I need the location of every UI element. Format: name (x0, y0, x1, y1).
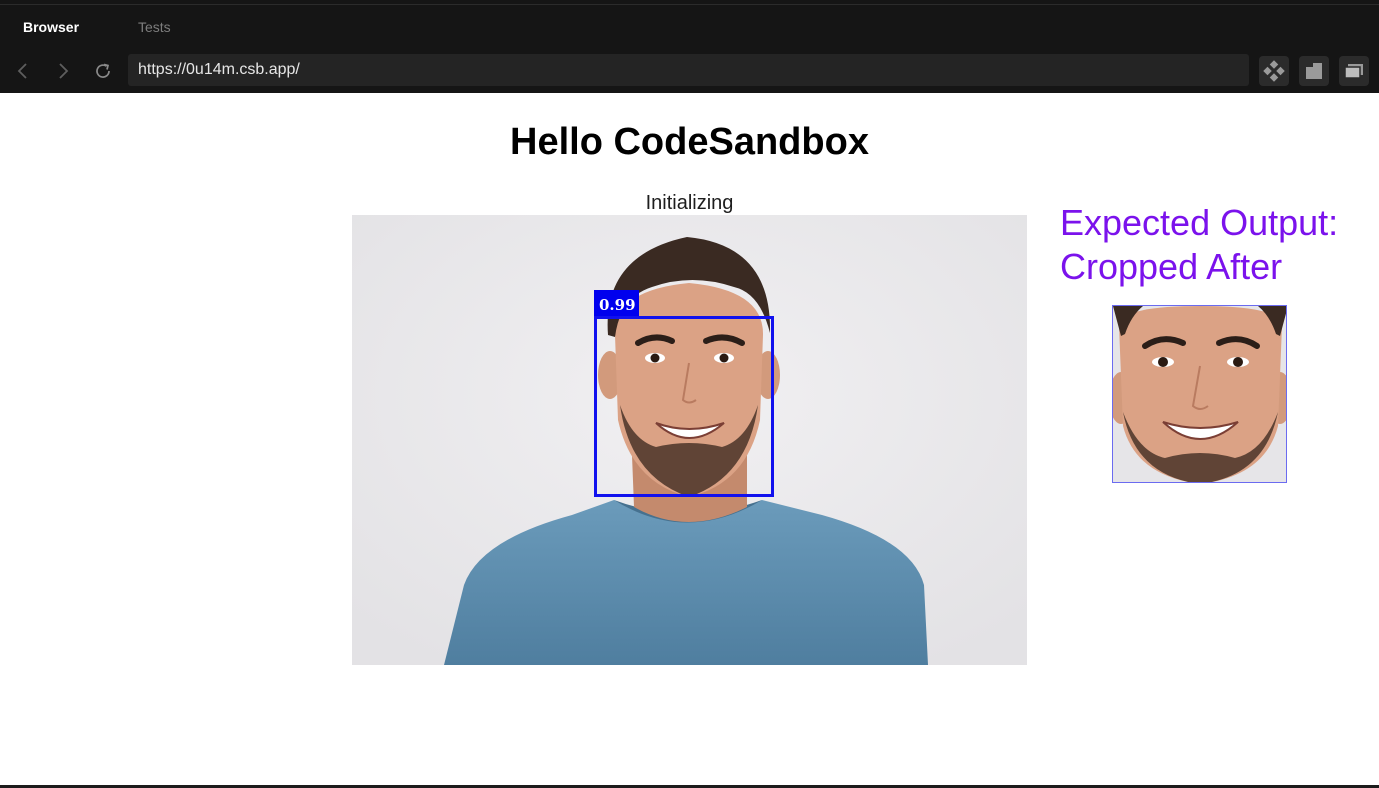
status-text: Initializing (645, 192, 734, 214)
chrome-divider (0, 4, 1379, 5)
new-window-button[interactable] (1339, 56, 1369, 86)
split-view-button[interactable] (1299, 56, 1329, 86)
face-photo: 0.99 (352, 215, 1027, 665)
cropped-face-image (1112, 305, 1287, 483)
codesandbox-icon (1263, 60, 1285, 82)
reload-icon (96, 63, 110, 78)
page-title: Hello CodeSandbox (510, 121, 869, 163)
codesandbox-button[interactable] (1259, 56, 1289, 86)
new-window-icon (1344, 64, 1363, 79)
split-view-icon (1306, 63, 1322, 79)
cropped-portrait (1113, 306, 1286, 482)
back-button[interactable] (11, 59, 35, 83)
expected-output-heading: Expected Output: Cropped After (1060, 202, 1339, 287)
forward-button[interactable] (51, 59, 75, 83)
forward-arrow-icon (59, 63, 69, 79)
back-arrow-icon (17, 63, 27, 79)
reload-button[interactable] (91, 59, 115, 83)
address-bar[interactable]: https://0u14m.csb.app/ (128, 54, 1249, 86)
face-bounding-box (594, 316, 774, 497)
confidence-label: 0.99 (594, 290, 639, 318)
browser-chrome: Browser Tests https://0u14m.csb.app/ (0, 0, 1379, 93)
tab-tests[interactable]: Tests (138, 18, 171, 36)
tab-browser[interactable]: Browser (23, 18, 79, 36)
url-text[interactable]: https://0u14m.csb.app/ (138, 61, 300, 79)
